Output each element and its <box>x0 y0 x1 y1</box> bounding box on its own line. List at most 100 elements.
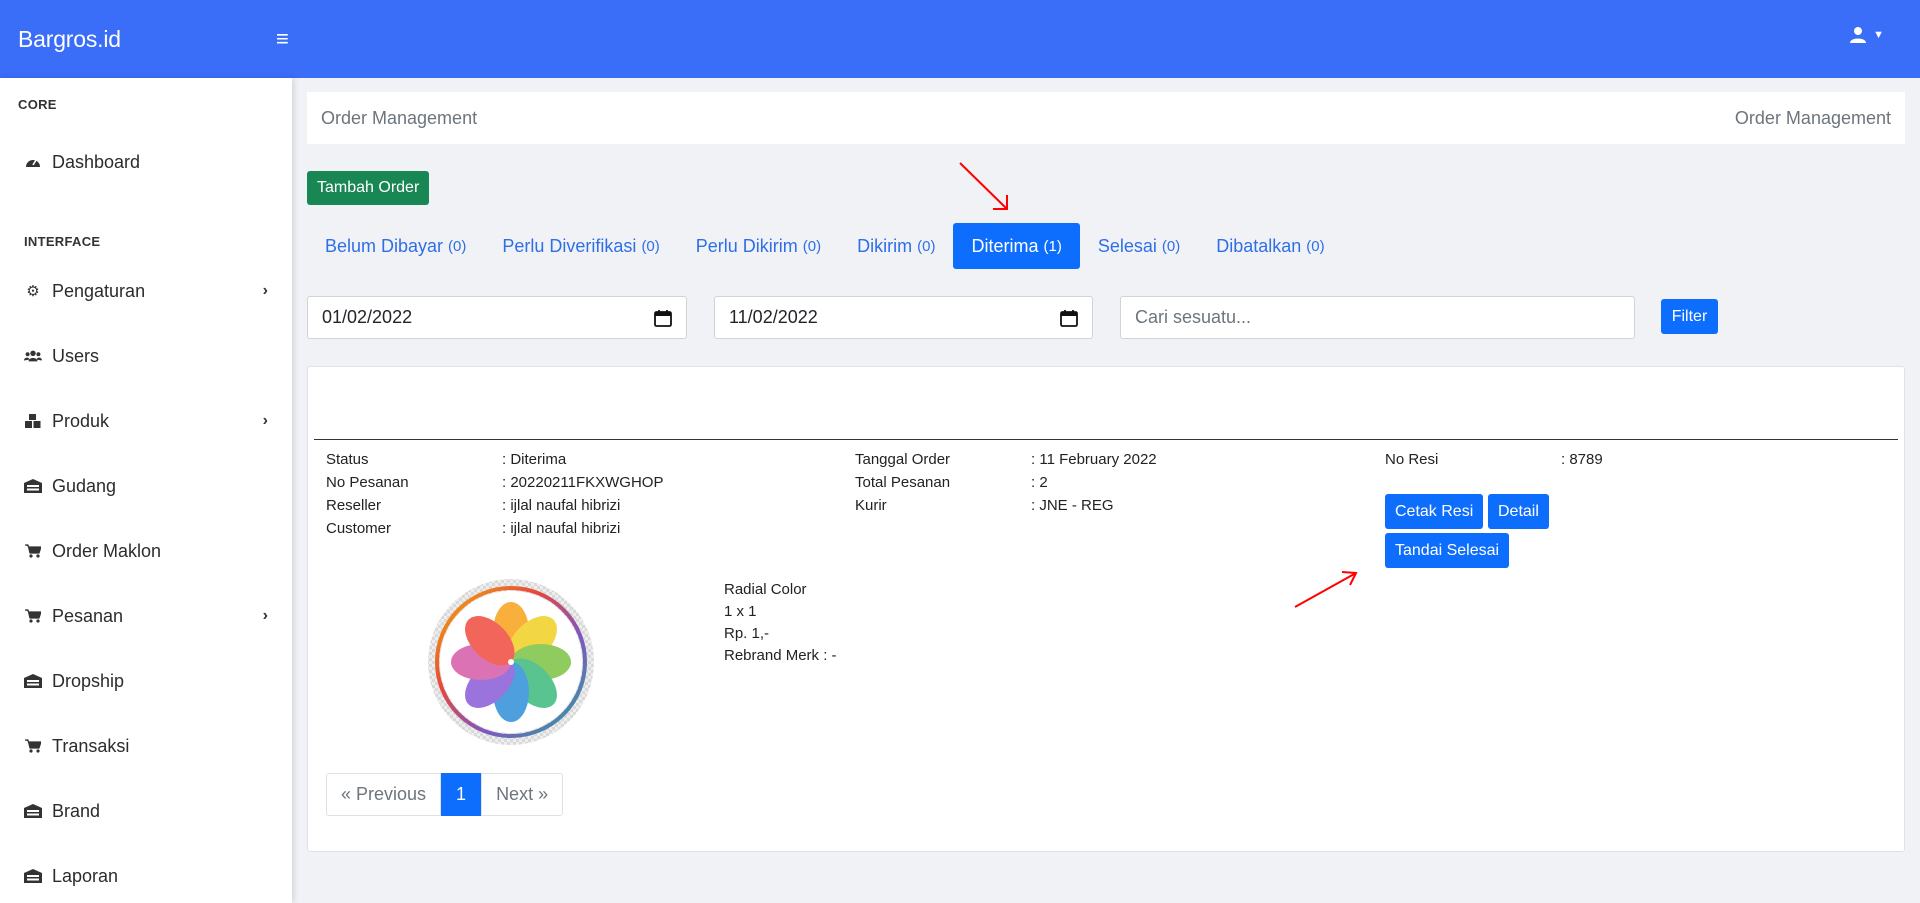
tab-count: (1) <box>1043 237 1062 255</box>
next-page-button[interactable]: Next » <box>481 773 564 816</box>
sidebar-item-users[interactable]: Users <box>24 341 268 371</box>
date-to-input[interactable]: 11/02/2022 <box>714 296 1093 339</box>
sidebar-item-gudang[interactable]: Gudang <box>24 471 268 501</box>
product-rebrand: Rebrand Merk : - <box>724 647 837 664</box>
sidebar-item-label: Dropship <box>52 670 125 691</box>
order-date-value: : 11 February 2022 <box>1031 451 1157 468</box>
field-label: No Resi <box>1385 451 1439 468</box>
mark-done-button[interactable]: Tandai Selesai <box>1385 533 1510 568</box>
gauge-icon <box>24 155 42 169</box>
field-label: Tanggal Order <box>855 451 951 468</box>
detail-button[interactable]: Detail <box>1488 494 1549 529</box>
boxes-icon <box>24 414 42 428</box>
tab-count: (0) <box>1161 237 1181 255</box>
order-number-value: : 20220211FKXWGHOP <box>502 474 664 491</box>
field-label: Reseller <box>326 497 382 514</box>
pagination: « Previous 1 Next » <box>326 773 564 816</box>
field-label: Customer <box>326 520 392 537</box>
calendar-icon[interactable] <box>1060 309 1078 327</box>
calendar-icon[interactable] <box>654 309 672 327</box>
receipt-number-value: : 8789 <box>1561 451 1603 468</box>
chevron-right-icon: › <box>262 282 268 299</box>
add-order-button[interactable]: Tambah Order <box>307 171 430 205</box>
product-qty: 1 x 1 <box>724 603 757 620</box>
breadcrumb-current: Order Management <box>1734 107 1891 128</box>
date-from-input[interactable]: 01/02/2022 <box>307 296 687 339</box>
tab-label: Selesai <box>1097 235 1157 256</box>
tab-count: (0) <box>802 237 822 255</box>
sidebar-section-core: CORE <box>18 97 57 112</box>
page-title: Order Management <box>321 107 478 128</box>
sidebar-item-brand[interactable]: Brand <box>24 796 268 826</box>
sidebar-item-label: Gudang <box>52 475 117 496</box>
annotation-arrow-icon <box>959 162 1008 210</box>
tab-count: (0) <box>448 237 467 255</box>
tab-dikirim[interactable]: Dikirim (0) <box>839 223 953 269</box>
chevron-down-icon: ▼ <box>1873 29 1884 41</box>
sidebar-item-transaksi[interactable]: Transaksi <box>24 731 268 761</box>
sidebar: CORE INTERFACE Dashboard ⚙ Pengaturan › … <box>0 78 292 903</box>
order-card: Status : Diterima No Pesanan : 20220211F… <box>307 366 1905 852</box>
top-navbar: Bargros.id ≡ ▼ <box>0 0 1920 78</box>
sidebar-item-label: Laporan <box>52 865 119 886</box>
users-icon <box>24 349 42 363</box>
print-receipt-button[interactable]: Cetak Resi <box>1385 494 1484 529</box>
sidebar-item-label: Transaksi <box>52 735 130 756</box>
previous-page-button[interactable]: « Previous <box>326 773 442 816</box>
tab-perlu-diverifikasi[interactable]: Perlu Diverifikasi (0) <box>484 223 677 269</box>
cart-icon <box>24 544 42 558</box>
date-from-value: 01/02/2022 <box>322 307 413 327</box>
reseller-value: : ijlal naufal hibrizi <box>502 497 621 514</box>
cart-icon <box>24 609 42 623</box>
search-input[interactable] <box>1120 296 1635 339</box>
product-name: Radial Color <box>724 581 807 598</box>
date-to-value: 11/02/2022 <box>729 307 818 327</box>
page-1-button[interactable]: 1 <box>441 773 482 816</box>
filter-button[interactable]: Filter <box>1661 299 1718 334</box>
tab-dibatalkan[interactable]: Dibatalkan (0) <box>1198 223 1342 269</box>
field-label: No Pesanan <box>326 474 409 491</box>
sidebar-item-dropship[interactable]: Dropship <box>24 666 268 696</box>
order-status-tabs: Belum Dibayar (0) Perlu Diverifikasi (0) P… <box>307 223 1343 269</box>
warehouse-icon <box>24 869 42 883</box>
user-icon <box>1850 27 1867 43</box>
sidebar-section-interface: INTERFACE <box>24 234 101 249</box>
customer-value: : ijlal naufal hibrizi <box>502 520 621 537</box>
sidebar-item-label: Dashboard <box>52 151 141 172</box>
user-menu[interactable]: ▼ <box>1849 26 1884 44</box>
tab-label: Dikirim <box>857 235 913 256</box>
divider <box>314 439 1898 440</box>
tab-count: (0) <box>1306 237 1325 255</box>
tab-count: (0) <box>917 237 936 255</box>
sidebar-item-label: Order Maklon <box>52 540 162 561</box>
sidebar-item-label: Users <box>52 345 100 366</box>
sidebar-item-dashboard[interactable]: Dashboard <box>24 147 268 177</box>
order-total-value: : 2 <box>1031 474 1048 491</box>
hamburger-icon[interactable]: ≡ <box>276 26 289 52</box>
sidebar-item-produk[interactable]: Produk › <box>24 406 268 436</box>
sidebar-item-label: Pesanan <box>52 605 124 626</box>
field-label: Status <box>326 451 369 468</box>
tab-label: Perlu Dikirim <box>695 235 798 256</box>
sidebar-item-order-maklon[interactable]: Order Maklon <box>24 536 268 566</box>
courier-value: : JNE - REG <box>1031 497 1114 514</box>
warehouse-icon <box>24 479 42 493</box>
gear-icon: ⚙ <box>26 283 40 300</box>
chevron-right-icon: › <box>262 607 268 624</box>
tab-perlu-dikirim[interactable]: Perlu Dikirim (0) <box>678 223 839 269</box>
chevron-right-icon: › <box>262 412 268 429</box>
breadcrumb: Order Management Order Management <box>307 92 1905 144</box>
tab-label: Diterima <box>971 235 1039 256</box>
brand-logo[interactable]: Bargros.id <box>18 26 276 53</box>
order-info-left: Status : Diterima No Pesanan : 20220211F… <box>326 448 826 540</box>
tab-selesai[interactable]: Selesai (0) <box>1080 223 1198 269</box>
sidebar-item-pesanan[interactable]: Pesanan › <box>24 601 268 631</box>
tab-diterima[interactable]: Diterima (1) <box>953 223 1080 269</box>
sidebar-item-pengaturan[interactable]: ⚙ Pengaturan › <box>24 276 268 306</box>
tab-count: (0) <box>641 237 660 255</box>
cart-icon <box>24 739 42 753</box>
field-label: Total Pesanan <box>855 474 951 491</box>
sidebar-item-laporan[interactable]: Laporan <box>24 861 268 891</box>
tab-belum-dibayar[interactable]: Belum Dibayar (0) <box>307 223 484 269</box>
warehouse-icon <box>24 674 42 688</box>
